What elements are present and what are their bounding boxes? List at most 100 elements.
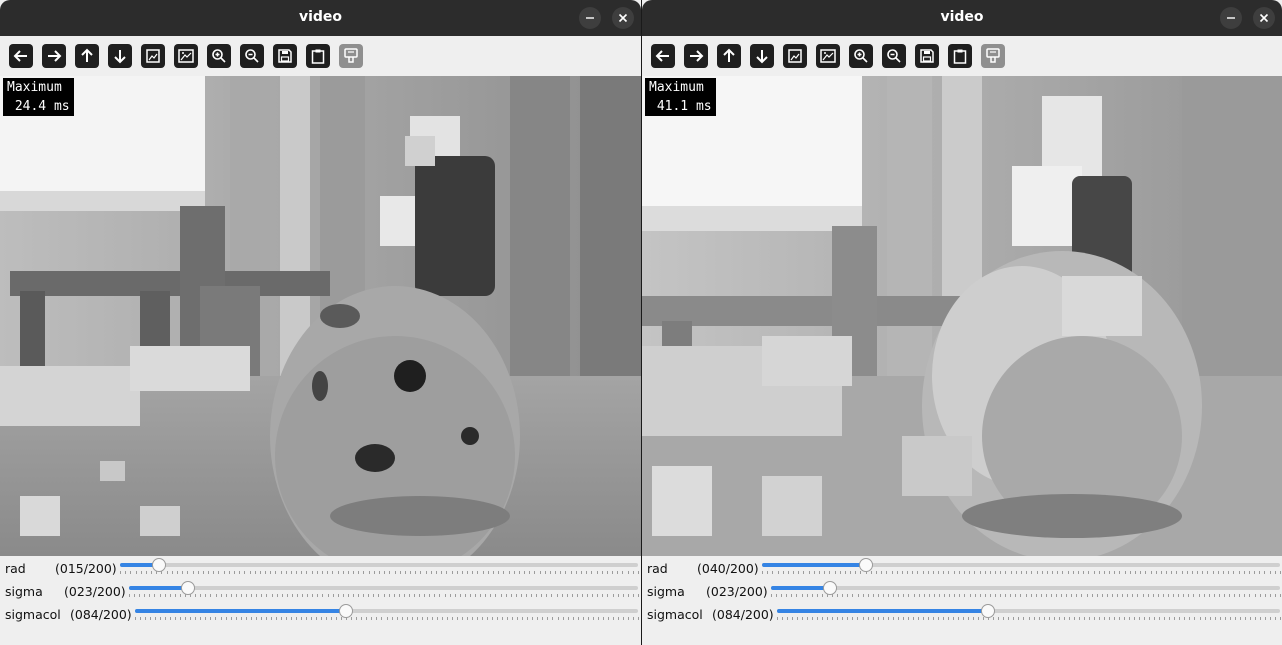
tick-mark — [485, 594, 487, 597]
tick-mark — [155, 617, 157, 620]
tick-mark — [522, 617, 524, 620]
trackbar-handle[interactable] — [981, 604, 996, 618]
titlebar[interactable]: video — [0, 0, 641, 36]
pan-up-button[interactable] — [75, 44, 99, 68]
tick-mark — [1144, 617, 1146, 620]
tick-mark — [572, 617, 574, 620]
pan-down-button[interactable] — [750, 44, 774, 68]
image-view[interactable]: Maximum 41.1 ms — [642, 76, 1282, 556]
window-title: video — [940, 9, 984, 25]
zoom-fit-button[interactable] — [816, 44, 840, 68]
tick-mark — [1183, 594, 1185, 597]
minimize-button[interactable] — [1220, 7, 1242, 29]
tick-mark — [938, 594, 940, 597]
trackbar-handle[interactable] — [151, 558, 166, 572]
tick-mark — [498, 571, 500, 574]
pan-right-button[interactable] — [684, 44, 708, 68]
tick-mark — [1168, 594, 1170, 597]
tick-mark — [958, 571, 960, 574]
tick-mark — [1224, 594, 1225, 597]
tick-mark — [125, 571, 127, 574]
tick-mark — [235, 617, 237, 620]
tick-mark — [1003, 617, 1005, 620]
trackbar-slider[interactable] — [135, 604, 638, 618]
tick-mark — [1108, 617, 1110, 620]
tick-mark — [260, 617, 262, 620]
zoom-out-button[interactable] — [240, 44, 264, 68]
tick-mark — [1124, 617, 1126, 620]
tick-mark — [454, 594, 456, 597]
tick-mark — [781, 594, 783, 597]
tick-mark — [210, 617, 212, 620]
tick-mark — [587, 617, 589, 620]
trackbar-slider[interactable] — [771, 581, 1280, 595]
tick-mark — [917, 571, 919, 574]
close-button[interactable] — [1253, 7, 1275, 29]
trackbar-slider[interactable] — [777, 604, 1280, 618]
trackbar-slider[interactable] — [762, 558, 1280, 572]
tick-mark — [597, 594, 599, 597]
trackbar-slider[interactable] — [120, 558, 638, 572]
zoom-out-button[interactable] — [882, 44, 906, 68]
pan-left-button[interactable] — [9, 44, 33, 68]
tick-mark — [286, 594, 288, 597]
tick-mark — [352, 594, 354, 597]
tick-mark — [1106, 594, 1108, 597]
zoom-fit-button[interactable] — [174, 44, 198, 68]
tick-mark — [1076, 594, 1078, 597]
tick-mark — [839, 571, 841, 574]
trackbar-handle[interactable] — [858, 558, 873, 572]
zoom-in-button[interactable] — [207, 44, 231, 68]
tick-mark — [475, 594, 477, 597]
pan-left-button[interactable] — [651, 44, 675, 68]
tick-mark — [576, 594, 578, 597]
tick-mark — [622, 594, 624, 597]
tick-mark — [989, 571, 991, 574]
trackbar-handle[interactable] — [339, 604, 354, 618]
tick-mark — [561, 594, 563, 597]
copy-clipboard-button[interactable] — [948, 44, 972, 68]
tick-mark — [791, 594, 793, 597]
copy-clipboard-button[interactable] — [306, 44, 330, 68]
pan-up-button[interactable] — [717, 44, 741, 68]
tick-mark — [1078, 617, 1080, 620]
trackbar-handle[interactable] — [180, 581, 195, 595]
toolbar — [0, 36, 641, 76]
pan-right-button[interactable] — [42, 44, 66, 68]
tick-mark — [175, 617, 177, 620]
zoom-in-button[interactable] — [849, 44, 873, 68]
tick-mark — [342, 571, 344, 574]
tick-mark — [388, 594, 390, 597]
tick-mark — [922, 617, 924, 620]
arrow-down-icon — [756, 50, 768, 64]
trackbar-slider[interactable] — [129, 581, 638, 595]
properties-button[interactable] — [981, 44, 1005, 68]
pan-down-button[interactable] — [108, 44, 132, 68]
minimize-button[interactable] — [579, 7, 601, 29]
tick-mark — [968, 617, 970, 620]
tick-mark — [542, 617, 544, 620]
tick-mark — [164, 594, 166, 597]
close-button[interactable] — [612, 7, 634, 29]
tick-mark — [1048, 617, 1050, 620]
zoom-reset-button[interactable] — [783, 44, 807, 68]
tick-mark — [393, 594, 395, 597]
tick-mark — [416, 617, 418, 620]
properties-button[interactable] — [339, 44, 363, 68]
image-view[interactable]: Maximum 24.4 ms — [0, 76, 641, 556]
tick-mark — [1164, 617, 1166, 620]
trackbar-handle[interactable] — [822, 581, 837, 595]
tick-mark — [1259, 617, 1261, 620]
titlebar[interactable]: video — [642, 0, 1282, 36]
tick-mark — [408, 594, 410, 597]
zoom-reset-button[interactable] — [141, 44, 165, 68]
tick-mark — [767, 571, 769, 574]
tick-mark — [261, 594, 263, 597]
save-button[interactable] — [915, 44, 939, 68]
tick-mark — [150, 617, 152, 620]
save-button[interactable] — [273, 44, 297, 68]
tick-mark — [1248, 571, 1250, 574]
tick-mark — [1239, 617, 1241, 620]
trackbar-value: (023/200) — [706, 584, 768, 599]
tick-mark — [120, 571, 121, 574]
